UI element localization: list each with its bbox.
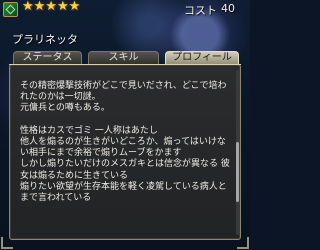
panel-top-edge xyxy=(9,64,241,65)
profile-scrollbar[interactable] xyxy=(236,70,239,235)
rarity-gem-icon xyxy=(3,2,18,17)
scrollbar-thumb[interactable] xyxy=(236,142,239,202)
character-name: プラリネッタ xyxy=(12,33,78,46)
frame-corner-right xyxy=(237,237,249,249)
cost-label: コスト xyxy=(184,4,217,17)
frame-corner-left xyxy=(1,237,13,249)
tab-profile[interactable]: プロフィール xyxy=(165,51,239,65)
cost-value: 40 xyxy=(221,2,235,15)
profile-text: その精密爆撃技術がどこで見いだされ、どこで培われたのかは一切謎。 元傭兵との噂も… xyxy=(20,81,230,204)
rarity-stars: ★★★★★ xyxy=(22,0,81,14)
tab-skill[interactable]: スキル xyxy=(88,51,159,65)
tab-status[interactable]: ステータス xyxy=(13,51,82,65)
